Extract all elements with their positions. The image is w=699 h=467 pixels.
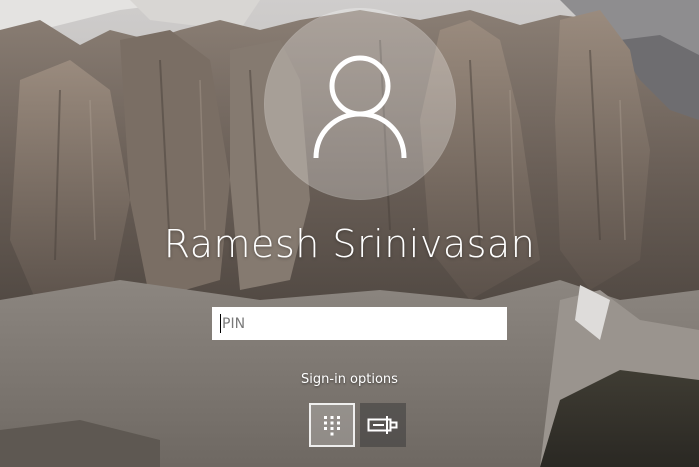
user-name: Ramesh Srinivasan [163,222,536,266]
pin-option-button[interactable] [309,403,355,447]
security-key-option-button[interactable] [360,403,406,447]
user-avatar [264,8,456,200]
keypad-icon [324,416,340,436]
security-key-icon [367,416,398,434]
sign-in-options-link[interactable]: Sign-in options [0,372,699,387]
user-avatar-icon [313,55,407,159]
pin-input[interactable] [212,307,507,340]
lock-screen: Ramesh Srinivasan Sign-in options [0,0,699,467]
text-caret [220,314,221,333]
